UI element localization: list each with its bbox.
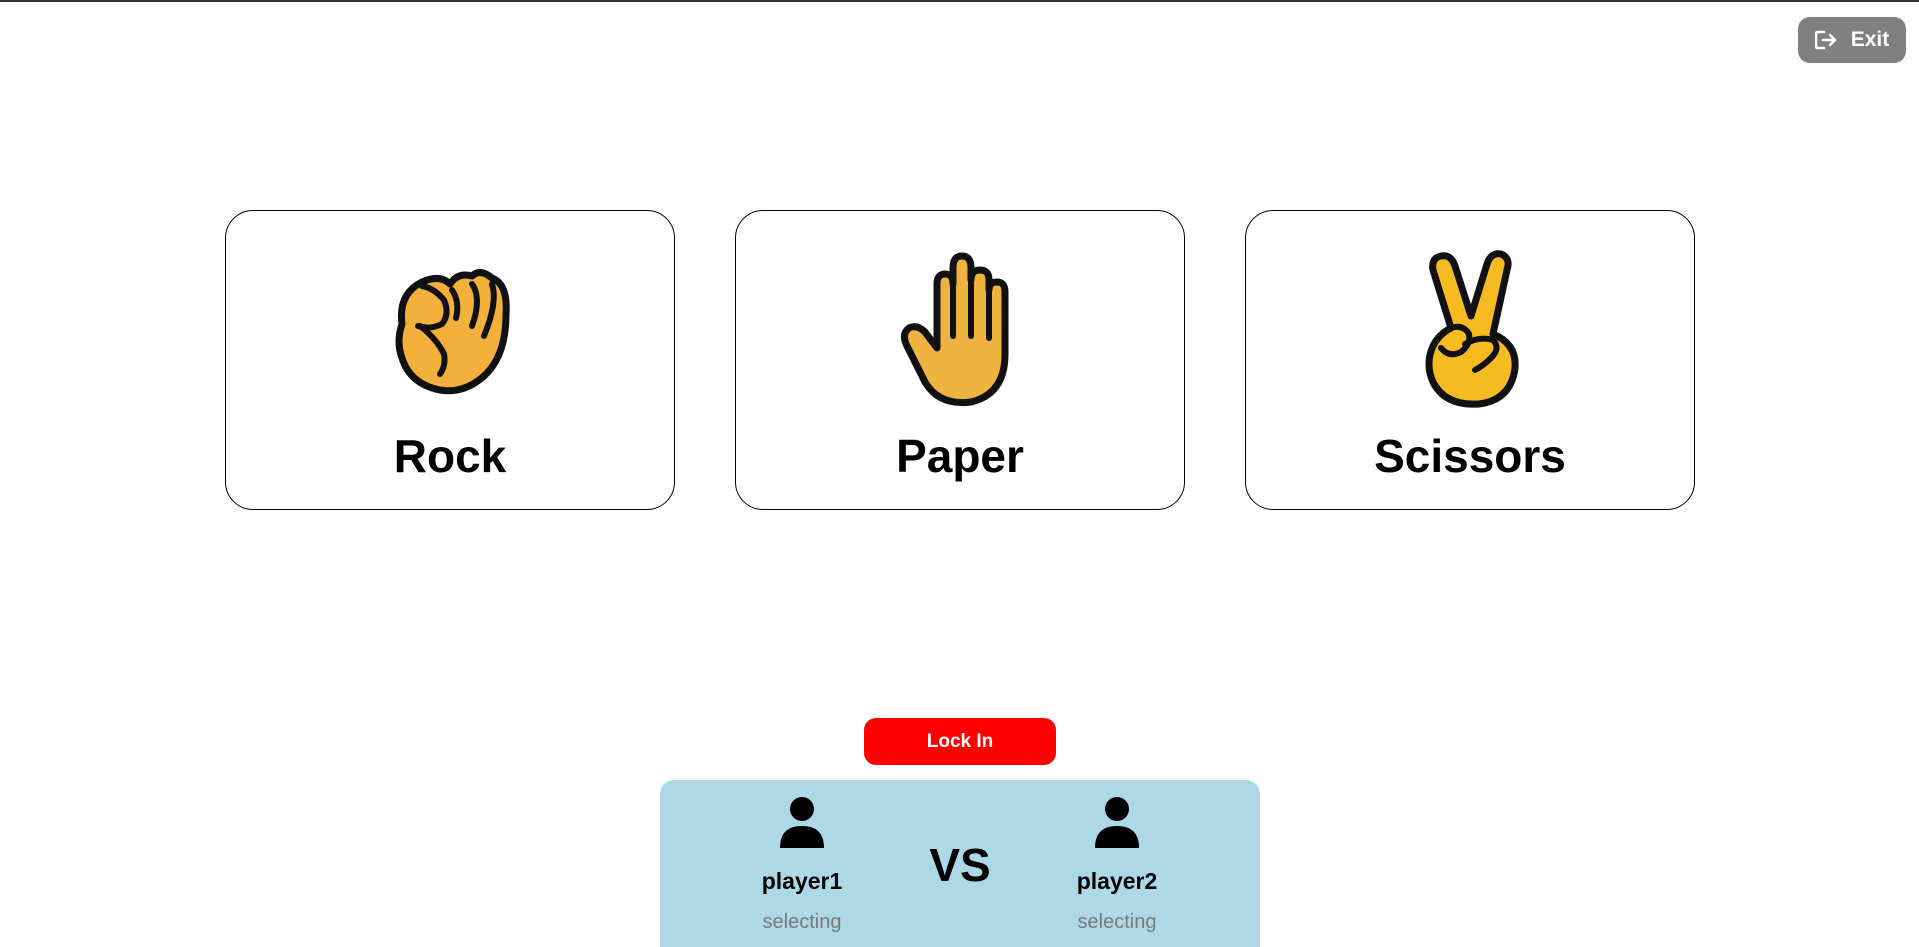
sign-out-icon (1814, 30, 1839, 50)
scissors-label: Scissors (1374, 430, 1566, 482)
players-panel: player1 selecting VS player2 selecting (660, 780, 1260, 947)
scissors-card[interactable]: Scissors (1245, 210, 1695, 510)
player1-status: selecting (762, 911, 842, 933)
player2-name: player2 (1076, 868, 1158, 894)
top-border (0, 0, 1919, 2)
player2-status: selecting (1077, 911, 1157, 933)
victory-hand-icon (1380, 239, 1560, 419)
choice-cards: Rock Paper Scissors (225, 210, 1695, 510)
paper-card[interactable]: Paper (735, 210, 1185, 510)
exit-button[interactable]: Exit (1798, 17, 1906, 63)
fist-icon (360, 239, 540, 419)
lock-in-button[interactable]: Lock In (864, 718, 1056, 765)
rock-card[interactable]: Rock (225, 210, 675, 510)
paper-label: Paper (896, 430, 1024, 482)
exit-label: Exit (1850, 28, 1890, 51)
player2-card: player2 selecting (1037, 780, 1197, 947)
rock-label: Rock (393, 430, 507, 482)
raised-hand-icon (870, 239, 1050, 419)
user-icon (1094, 796, 1140, 848)
